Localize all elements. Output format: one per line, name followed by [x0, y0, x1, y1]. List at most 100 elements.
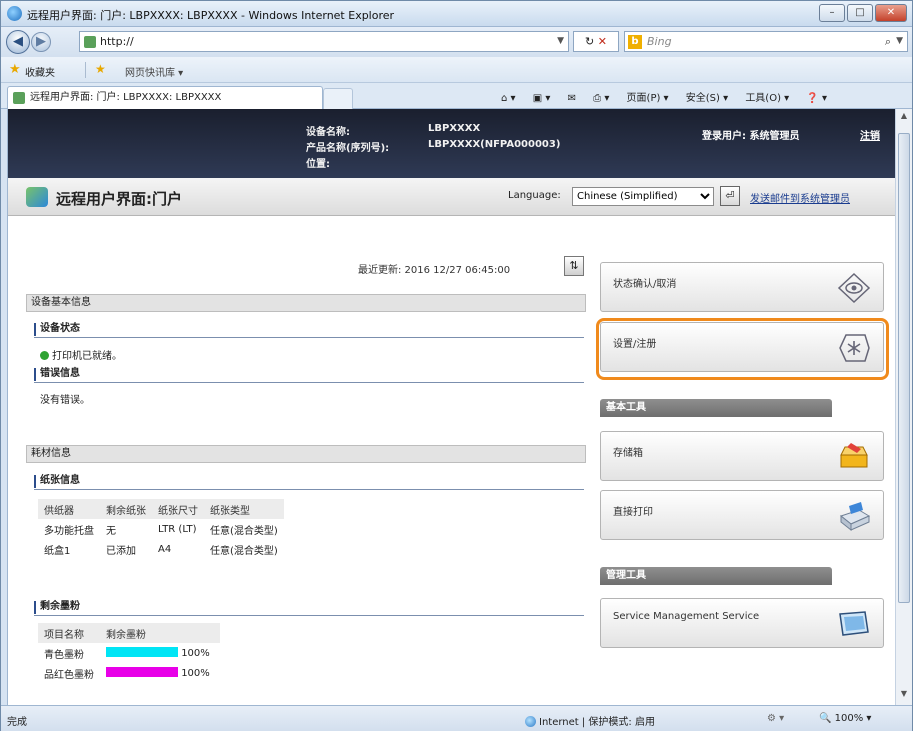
- highlight-frame: [596, 318, 889, 380]
- mail-admin-link[interactable]: 发送邮件到系统管理员: [750, 190, 850, 205]
- bing-logo-icon: b: [628, 35, 642, 49]
- page-menu[interactable]: 页面(P) ▾: [627, 93, 669, 104]
- url-input[interactable]: http:// ▼: [79, 31, 569, 52]
- column-header: 剩余纸张: [100, 499, 152, 519]
- table-header-row: 项目名称 剩余墨粉: [38, 623, 220, 643]
- feeds-icon[interactable]: ▣ ▾: [533, 93, 551, 104]
- mailbox-label: 存储箱: [613, 448, 643, 459]
- monitor-icon: [839, 611, 869, 636]
- add-favorite-icon[interactable]: ★: [95, 62, 106, 76]
- mail-icon[interactable]: ✉: [568, 93, 576, 104]
- search-dropdown-icon[interactable]: ▼: [896, 32, 903, 51]
- tools-menu[interactable]: 工具(O) ▾: [745, 93, 789, 104]
- device-status-heading: 设备状态: [34, 321, 584, 338]
- page-title: 远程用户界面:门户: [56, 190, 182, 208]
- status-bar: 完成 Internet | 保护模式: 启用 ⚙ ▾ 🔍 100% ▾: [1, 705, 912, 731]
- direct-print-button[interactable]: 直接打印: [600, 490, 884, 540]
- status-monitor-button[interactable]: 状态确认/取消: [600, 262, 884, 312]
- close-button[interactable]: ✕: [875, 4, 907, 22]
- section-consumables: 耗材信息: [26, 445, 586, 463]
- column-header: 纸张类型: [204, 499, 284, 519]
- search-input[interactable]: b Bing ⌕ ▼: [624, 31, 908, 52]
- table-cell: 100%: [100, 663, 220, 683]
- language-apply-button[interactable]: ⏎: [720, 186, 740, 206]
- device-header: 设备名称: LBPXXXX 产品名称(序列号): LBPXXXX(NFPA000…: [8, 109, 895, 178]
- refresh-button[interactable]: ⇅: [564, 256, 584, 276]
- forward-button[interactable]: ▶: [31, 32, 51, 52]
- security-zone-text: Internet | 保护模式: 启用: [539, 717, 655, 728]
- refresh-icon[interactable]: ↻: [585, 35, 594, 48]
- device-status: 打印机已就绪。: [40, 347, 122, 362]
- table-cell: 青色墨粉: [44, 649, 84, 661]
- help-icon[interactable]: ❓ ▾: [806, 93, 827, 104]
- back-button[interactable]: ◀: [6, 30, 30, 54]
- column-header: 纸张尺寸: [152, 499, 204, 519]
- table-cell: 任意(混合类型): [210, 545, 278, 557]
- table-cell: LTR (LT): [158, 523, 197, 535]
- tab-command-bar: 远程用户界面: 门户: LBPXXXX: LBPXXXX ⌂ ▾ ▣ ▾ ✉ ⎙…: [1, 83, 912, 109]
- logout-link[interactable]: 注销: [860, 127, 880, 142]
- table-header-row: 供纸器 剩余纸张 纸张尺寸 纸张类型: [38, 499, 284, 519]
- table-cell: 任意(混合类型): [210, 525, 278, 537]
- magenta-toner-bar: [106, 667, 178, 677]
- direct-print-label: 直接打印: [613, 507, 653, 518]
- url-dropdown-icon[interactable]: ▼: [557, 32, 564, 51]
- table-cell: 多功能托盘: [44, 525, 94, 537]
- web-slice-gallery-link[interactable]: 网页快讯库 ▾: [125, 64, 183, 79]
- zoom-level[interactable]: 100%: [835, 713, 864, 724]
- last-updated: 最近更新: 2016 12/27 06:45:00: [358, 265, 511, 276]
- paper-table: 供纸器 剩余纸张 纸张尺寸 纸张类型 多功能托盘 无 LTR (LT) 任意(混…: [38, 499, 284, 559]
- settings-icon[interactable]: ⚙ ▾: [767, 713, 784, 724]
- maximize-button[interactable]: □: [847, 4, 873, 22]
- address-bar: ◀ ▶ http:// ▼ ↻ ✕ b Bing ⌕ ▼: [1, 27, 912, 57]
- table-cell: A4: [158, 543, 172, 555]
- title-bar: 远程用户界面: 门户: LBPXXXX: LBPXXXX - Windows I…: [1, 1, 912, 27]
- paper-heading: 纸张信息: [34, 473, 584, 490]
- browser-window: 远程用户界面: 门户: LBPXXXX: LBPXXXX - Windows I…: [0, 0, 913, 731]
- security-zone: Internet | 保护模式: 启用: [525, 713, 655, 728]
- device-name-value: LBPXXXX: [428, 123, 481, 134]
- mailbox-button[interactable]: 存储箱: [600, 431, 884, 481]
- basic-tools-heading: 基本工具: [600, 399, 832, 417]
- search-icon[interactable]: ⌕: [885, 32, 891, 51]
- toner-percent: 100%: [181, 668, 210, 679]
- window-title: 远程用户界面: 门户: LBPXXXX: LBPXXXX - Windows I…: [27, 9, 395, 22]
- cyan-toner-bar: [106, 647, 178, 657]
- location-label: 位置:: [306, 159, 330, 170]
- site-favicon-icon: [84, 36, 96, 48]
- scroll-down-icon[interactable]: ▼: [898, 689, 910, 703]
- eye-diamond-icon: [837, 272, 871, 304]
- service-management-button[interactable]: Service Management Service: [600, 598, 884, 648]
- home-icon[interactable]: ⌂ ▾: [501, 93, 516, 104]
- language-select[interactable]: Chinese (Simplified): [572, 187, 714, 206]
- favorites-label[interactable]: 收藏夹: [25, 64, 55, 79]
- column-header: 供纸器: [38, 499, 100, 519]
- vertical-scrollbar[interactable]: ▲ ▼: [895, 109, 912, 705]
- table-row: 青色墨粉 100%: [38, 643, 220, 663]
- portal-icon: [26, 187, 48, 207]
- scroll-up-icon[interactable]: ▲: [898, 111, 910, 125]
- table-cell: 无: [106, 525, 116, 537]
- table-row: 多功能托盘 无 LTR (LT) 任意(混合类型): [38, 519, 284, 539]
- favorites-bar: ★ 收藏夹 ★ 网页快讯库 ▾: [1, 57, 912, 83]
- favorites-star-icon[interactable]: ★: [9, 62, 21, 77]
- toner-percent: 100%: [181, 648, 210, 659]
- service-management-label: Service Management Service: [613, 611, 760, 622]
- print-icon[interactable]: ⎙ ▾: [593, 93, 609, 104]
- table-row: 品红色墨粉 100%: [38, 663, 220, 683]
- refresh-stop-group[interactable]: ↻ ✕: [573, 31, 619, 52]
- tab-active[interactable]: 远程用户界面: 门户: LBPXXXX: LBPXXXX: [7, 86, 323, 109]
- minimize-button[interactable]: –: [819, 4, 845, 22]
- device-name-label: 设备名称:: [306, 127, 350, 138]
- url-text: http://: [100, 35, 134, 48]
- device-status-text: 打印机已就绪。: [52, 351, 122, 362]
- zoom-control[interactable]: 🔍 100% ▾: [819, 713, 871, 724]
- safety-menu[interactable]: 安全(S) ▾: [686, 93, 728, 104]
- new-tab-button[interactable]: [323, 88, 353, 109]
- stop-icon[interactable]: ✕: [598, 35, 607, 48]
- scrollbar-thumb[interactable]: [898, 133, 910, 603]
- table-cell: 纸盒1: [44, 545, 71, 557]
- product-name-label: 产品名称(序列号):: [306, 143, 390, 154]
- ready-status-icon: [40, 351, 49, 360]
- table-cell: 已添加: [106, 545, 136, 557]
